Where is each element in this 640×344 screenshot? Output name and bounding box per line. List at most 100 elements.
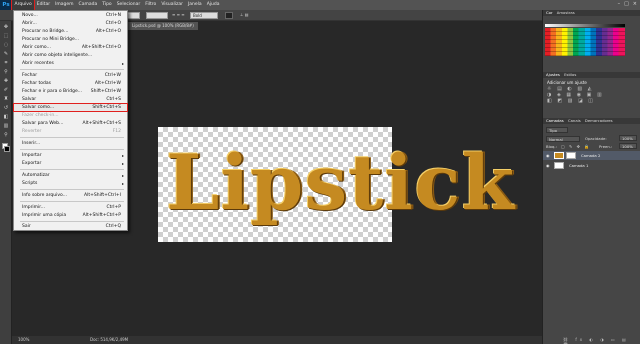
zoom-level[interactable]: 100% — [18, 336, 29, 344]
right-panels: Cor Amostras Ajustes Estilos Adicionar u… — [542, 10, 640, 344]
menu-shortcut: Ctrl+W — [104, 73, 121, 78]
menu-salvar-web[interactable]: Salvar para Web... Alt+Shift+Ctrl+S — [14, 120, 127, 127]
menu-visualizar[interactable]: Visualizar — [159, 0, 186, 10]
menu-imprimir-copia[interactable]: Imprimir uma cópia Alt+Shift+Ctrl+P — [14, 212, 127, 219]
layer-row-camada-2[interactable]: ◉ Camada 2 — [543, 151, 640, 160]
lasso-tool-icon[interactable]: ◌ — [2, 42, 10, 48]
gradient-tool-icon[interactable]: ▥ — [2, 123, 10, 129]
document-tab[interactable]: Lipstick.psd @ 100% (RGB/8#) — [128, 22, 198, 30]
menu-imagem[interactable]: Imagem — [53, 0, 76, 10]
menu-label: Salvar — [22, 97, 37, 102]
menu-shortcut: Alt+Shift+Ctrl+O — [81, 45, 121, 50]
maximize-button[interactable]: □ — [624, 1, 629, 7]
minimize-button[interactable]: – — [618, 1, 621, 7]
menu-procurar-bridge[interactable]: Procurar no Bridge... Alt+Ctrl+O — [14, 28, 127, 35]
close-button[interactable]: × — [633, 1, 637, 7]
menu-separator — [20, 189, 124, 190]
menu-selecionar[interactable]: Selecionar — [114, 0, 143, 10]
quick-select-tool-icon[interactable]: ✎ — [2, 51, 10, 57]
menu-exportar[interactable]: Exportar ▸ — [14, 160, 127, 167]
menu-procurar-mini-bridge[interactable]: Procurar no Mini Bridge... — [14, 36, 127, 43]
brush-tool-icon[interactable]: ✐ — [2, 87, 10, 93]
menu-filtro[interactable]: Filtro — [143, 0, 159, 10]
swatches-grays[interactable] — [545, 24, 625, 27]
menu-label: Salvar como... — [22, 105, 55, 110]
eyedropper-tool-icon[interactable]: ⚲ — [2, 69, 10, 75]
menu-ajuda[interactable]: Ajuda — [204, 0, 222, 10]
menu-label: Procurar no Mini Bridge... — [22, 37, 80, 42]
menu-fechar-ir-bridge[interactable]: Fechar e ir para o Bridge... Shift+Ctrl+W — [14, 88, 127, 95]
eye-icon[interactable]: ◉ — [546, 151, 550, 160]
layer-row-camada-1[interactable]: ◉ Camada 1 — [543, 161, 640, 170]
document-canvas[interactable]: Lipstick — [158, 127, 514, 242]
menu-tipo[interactable]: Tipo — [100, 0, 114, 10]
marquee-tool-icon[interactable]: ⬚ — [2, 33, 10, 39]
menu-janela[interactable]: Janela — [185, 0, 204, 10]
tab-amostras[interactable]: Amostras — [557, 10, 575, 15]
crop-tool-icon[interactable]: ⌗ — [2, 60, 10, 66]
menu-automatizar[interactable]: Automatizar ▸ — [14, 172, 127, 179]
menu-shortcut: Ctrl+O — [105, 21, 121, 26]
healing-tool-icon[interactable]: ✚ — [2, 78, 10, 84]
menu-separator — [20, 69, 124, 70]
adjustment-icons[interactable]: ☼ ▤ ◐ ▧ ◭ ◑ ◈ ▦ ◉ ▣ ▥ ◧ ◩ ▨ ◪ ◫ — [547, 86, 607, 104]
eraser-tool-icon[interactable]: ◧ — [2, 114, 10, 120]
eye-icon[interactable]: ◉ — [546, 161, 550, 170]
menu-fechar[interactable]: Fechar Ctrl+W — [14, 72, 127, 79]
tab-canais[interactable]: Canais — [568, 118, 581, 123]
history-brush-tool-icon[interactable]: ↺ — [2, 105, 10, 111]
menu-sair[interactable]: Sair Ctrl+Q — [14, 223, 127, 230]
submenu-arrow-icon: ▸ — [121, 173, 124, 178]
tab-demarcadores[interactable]: Demarcadores — [585, 118, 613, 123]
menu-shortcut: F12 — [112, 129, 121, 134]
opacity-input[interactable]: 100% — [619, 135, 637, 141]
menu-camada[interactable]: Camada — [76, 0, 100, 10]
menu-inserir[interactable]: Inserir... — [14, 140, 127, 147]
menu-importar[interactable]: Importar ▸ — [14, 152, 127, 159]
menu-abrir-recentes[interactable]: Abrir recentes ▸ — [14, 60, 127, 67]
menu-abrir[interactable]: Abrir... Ctrl+O — [14, 20, 127, 27]
menu-shortcut: Ctrl+P — [106, 205, 122, 210]
blend-mode-select[interactable]: Normal — [546, 136, 580, 142]
zoom-tool-icon[interactable]: ⚲ — [2, 132, 10, 138]
text-color-swatch[interactable] — [225, 12, 233, 19]
layer-kind-filter[interactable]: Tipo — [546, 127, 568, 133]
move-tool-icon[interactable]: ✥ — [2, 24, 10, 30]
tab-cor[interactable]: Cor — [546, 10, 553, 15]
menu-shortcut: Ctrl+S — [106, 97, 121, 102]
font-weight-select[interactable]: Bold — [190, 12, 218, 19]
anti-alias-select[interactable] — [146, 12, 168, 19]
menu-fechar-todas[interactable]: Fechar todas Alt+Ctrl+W — [14, 80, 127, 87]
menu-shortcut: Shift+Ctrl+S — [92, 105, 121, 110]
stamp-tool-icon[interactable]: ♜ — [2, 96, 10, 102]
menu-salvar[interactable]: Salvar Ctrl+S — [14, 96, 127, 103]
menu-label: Sair — [22, 224, 31, 229]
menu-salvar-como[interactable]: Salvar como... Shift+Ctrl+S — [13, 103, 128, 112]
menu-editar[interactable]: Editar — [34, 0, 52, 10]
background-color-swatch[interactable] — [4, 146, 10, 152]
warp-text-icon[interactable]: ⊥ ▤ — [240, 12, 249, 17]
tab-estilos[interactable]: Estilos — [564, 72, 576, 77]
submenu-arrow-icon: ▸ — [121, 153, 124, 158]
file-menu-dropdown: Novo... Ctrl+N Abrir... Ctrl+O Procurar no… — [13, 10, 128, 231]
lock-icons[interactable]: ▢ ✎ ✥ 🔒 — [561, 144, 591, 149]
layers-footer-icons[interactable]: ⛓ fx ◐ ◑ ▭ ▤ 🗑 — [563, 337, 640, 344]
menu-shortcut: Alt+Shift+Ctrl+I — [84, 193, 121, 198]
menu-abrir-objeto-inteligente[interactable]: Abrir como objeto inteligente... — [14, 52, 127, 59]
menu-label: Imprimir uma cópia — [22, 213, 67, 218]
tab-ajustes[interactable]: Ajustes — [546, 72, 560, 77]
menu-separator — [20, 201, 124, 202]
menu-novo[interactable]: Novo... Ctrl+N — [14, 12, 127, 19]
menu-info-arquivo[interactable]: Info sobre arquivo... Alt+Shift+Ctrl+I — [14, 192, 127, 199]
fill-input[interactable]: 100% — [619, 143, 637, 149]
menu-abrir-como[interactable]: Abrir como... Alt+Shift+Ctrl+O — [14, 44, 127, 51]
adjust-panel-tabs: Ajustes Estilos — [543, 72, 640, 78]
layer-thumbnail — [554, 162, 564, 169]
tab-camadas[interactable]: Camadas — [546, 118, 564, 123]
menu-imprimir[interactable]: Imprimir... Ctrl+P — [14, 204, 127, 211]
menu-arquivo[interactable]: Arquivo — [10, 0, 36, 11]
menu-shortcut: Ctrl+Q — [105, 224, 121, 229]
menu-shortcut: Ctrl+N — [105, 13, 121, 18]
menu-scripts[interactable]: Scripts ▸ — [14, 180, 127, 187]
align-icons[interactable]: ≡ ≡ ≡ — [172, 12, 185, 17]
